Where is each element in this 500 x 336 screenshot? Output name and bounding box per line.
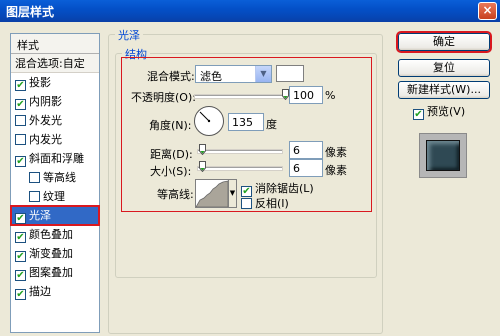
size-unit: 像素	[325, 164, 347, 177]
checkbox-contour[interactable]	[29, 172, 40, 183]
checkbox-pattern-overlay[interactable]: ✔	[15, 270, 26, 281]
opacity-label: 不透明度(O):	[131, 91, 196, 104]
style-item-label: 渐变叠加	[29, 247, 73, 260]
preview-option[interactable]: ✔ 预览(V)	[413, 103, 465, 120]
checkbox-gradient-overlay[interactable]: ✔	[15, 251, 26, 262]
style-item-label: 图案叠加	[29, 266, 73, 279]
style-item-bevel-emboss[interactable]: ✔ 斜面和浮雕	[11, 149, 99, 168]
blend-options-item[interactable]: 混合选项:自定	[11, 54, 99, 73]
style-item-gradient-overlay[interactable]: ✔ 渐变叠加	[11, 244, 99, 263]
angle-dial[interactable]	[194, 106, 224, 136]
style-item-satin[interactable]: ✔ 光泽	[10, 205, 100, 226]
style-preview-swatch	[426, 140, 460, 171]
style-item-label: 光泽	[29, 209, 51, 222]
style-preview-thumbnail	[419, 133, 467, 178]
style-item-texture[interactable]: 纹理	[11, 187, 99, 206]
style-item-label: 外发光	[29, 114, 62, 127]
distance-unit: 像素	[325, 146, 347, 159]
checkbox-stroke[interactable]: ✔	[15, 289, 26, 300]
blend-mode-label: 混合模式:	[147, 70, 195, 83]
style-item-outer-glow[interactable]: 外发光	[11, 111, 99, 130]
style-item-stroke[interactable]: ✔ 描边	[11, 282, 99, 301]
distance-slider-thumb[interactable]	[199, 144, 206, 155]
size-slider[interactable]	[198, 167, 282, 170]
preview-label: 预览(V)	[427, 105, 466, 118]
checkbox-inner-glow[interactable]	[15, 134, 26, 145]
distance-label: 距离(D):	[150, 148, 193, 161]
size-label: 大小(S):	[150, 165, 192, 178]
color-swatch[interactable]	[276, 65, 304, 82]
style-list-header[interactable]: 样式	[11, 34, 99, 54]
angle-dial-needle	[199, 111, 211, 123]
style-item-inner-glow[interactable]: 内发光	[11, 130, 99, 149]
style-item-label: 投影	[29, 76, 51, 89]
opacity-slider-thumb[interactable]	[282, 89, 289, 100]
size-slider-thumb[interactable]	[199, 161, 206, 172]
checkbox-inner-shadow[interactable]: ✔	[15, 99, 26, 110]
checkbox-color-overlay[interactable]: ✔	[15, 232, 26, 243]
close-icon: ×	[482, 3, 493, 17]
size-input[interactable]: 6	[289, 159, 323, 177]
distance-slider[interactable]	[198, 150, 282, 153]
layer-style-dialog: 图层样式 × 样式 混合选项:自定 ✔ 投影 ✔ 内阴影 外发光 内发光 ✔ 斜面和浮…	[0, 0, 500, 336]
contour-preview[interactable]	[195, 179, 229, 208]
close-button[interactable]: ×	[478, 2, 497, 20]
new-style-button[interactable]: 新建样式(W)...	[398, 81, 490, 99]
blend-mode-select[interactable]: 滤色 ▼	[195, 65, 272, 83]
checkbox-outer-glow[interactable]	[15, 115, 26, 126]
opacity-input[interactable]: 100	[289, 86, 323, 104]
angle-label: 角度(N):	[149, 119, 192, 132]
style-item-label: 斜面和浮雕	[29, 152, 84, 165]
style-item-label: 纹理	[43, 190, 65, 203]
angle-input[interactable]: 135	[228, 113, 264, 131]
style-list: 样式 混合选项:自定 ✔ 投影 ✔ 内阴影 外发光 内发光 ✔ 斜面和浮雕 等高线 纹…	[10, 33, 100, 333]
ok-button[interactable]: 确定	[396, 31, 492, 53]
checkbox-preview[interactable]: ✔	[413, 109, 424, 120]
checkbox-texture[interactable]	[29, 191, 40, 202]
distance-input[interactable]: 6	[289, 141, 323, 159]
title-bar[interactable]: 图层样式 ×	[0, 0, 500, 22]
antialias-label: 消除锯齿(L)	[255, 182, 314, 195]
chevron-down-icon[interactable]: ▼	[255, 66, 271, 82]
style-item-label: 等高线	[43, 171, 76, 184]
style-item-color-overlay[interactable]: ✔ 颜色叠加	[11, 225, 99, 244]
style-item-label: 内阴影	[29, 95, 62, 108]
checkbox-bevel-emboss[interactable]: ✔	[15, 156, 26, 167]
style-item-inner-shadow[interactable]: ✔ 内阴影	[11, 92, 99, 111]
angle-unit: 度	[266, 118, 277, 131]
checkbox-invert[interactable]	[241, 198, 252, 209]
style-item-label: 颜色叠加	[29, 228, 73, 241]
style-item-label: 描边	[29, 285, 51, 298]
checkbox-drop-shadow[interactable]: ✔	[15, 80, 26, 91]
contour-label: 等高线:	[157, 188, 194, 201]
window-title: 图层样式	[6, 5, 55, 19]
contour-dropdown-icon[interactable]: ▼	[228, 179, 237, 208]
blend-mode-value: 滤色	[200, 70, 222, 83]
opacity-slider[interactable]	[195, 95, 286, 98]
invert-option[interactable]: 反相(I)	[241, 195, 289, 211]
reset-button[interactable]: 复位	[398, 59, 490, 77]
contour-curve-icon	[195, 180, 229, 208]
style-item-contour[interactable]: 等高线	[11, 168, 99, 187]
style-item-pattern-overlay[interactable]: ✔ 图案叠加	[11, 263, 99, 282]
opacity-unit: %	[325, 89, 336, 102]
style-item-label: 内发光	[29, 133, 62, 146]
invert-label: 反相(I)	[255, 197, 289, 210]
satin-group-title: 光泽	[115, 27, 143, 43]
checkbox-satin[interactable]: ✔	[15, 213, 26, 224]
style-item-drop-shadow[interactable]: ✔ 投影	[11, 73, 99, 92]
